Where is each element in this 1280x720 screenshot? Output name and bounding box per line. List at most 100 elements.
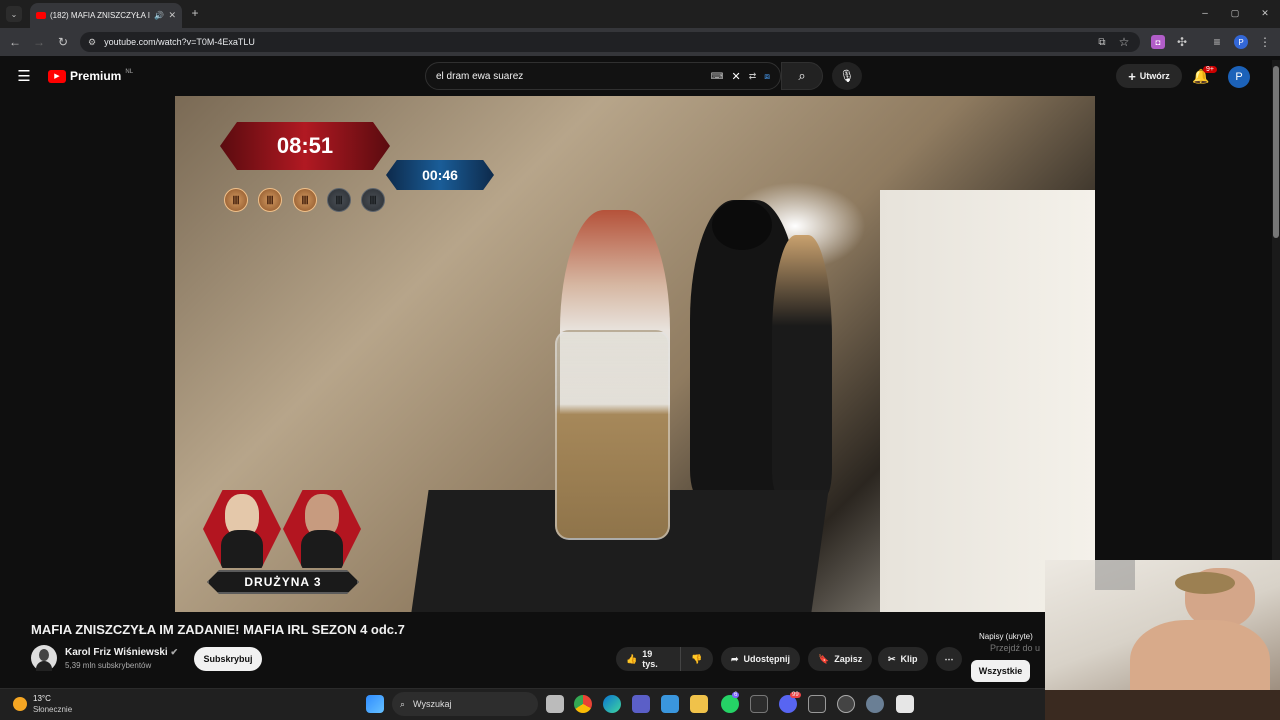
task-view-icon[interactable] xyxy=(546,695,564,713)
url-bar[interactable]: ⚙ youtube.com/watch?v=T0M-4ExaTLU xyxy=(80,32,1140,52)
profile-avatar[interactable]: P xyxy=(1234,35,1248,49)
store-icon[interactable] xyxy=(661,695,679,713)
forward-icon[interactable]: → xyxy=(32,35,46,49)
thumbs-up-icon: 👍 xyxy=(626,653,638,664)
main-timer: 08:51 xyxy=(220,122,390,170)
save-button[interactable]: 🔖 Zapisz xyxy=(808,647,873,671)
captions-hint: Przejdź do u xyxy=(990,643,1041,653)
chrome-icon[interactable] xyxy=(574,695,592,713)
coin-icon-2: Ⅲ xyxy=(258,188,282,212)
webcam-desk xyxy=(1045,690,1280,720)
settings-gear-icon[interactable] xyxy=(866,695,884,713)
extensions-puzzle-icon[interactable]: ✣ xyxy=(1175,35,1189,49)
install-app-icon[interactable]: ⧉ xyxy=(1095,35,1109,49)
video-title: MAFIA ZNISZCZYŁA IM ZADANIE! MAFIA IRL S… xyxy=(31,622,405,637)
keyboard-icon[interactable]: ⌨ xyxy=(711,71,724,82)
logo-text: Premium xyxy=(70,69,122,83)
scissors-icon: ✂ xyxy=(888,653,896,664)
clip-label: Klip xyxy=(900,654,918,664)
file-explorer-icon[interactable] xyxy=(690,695,708,713)
webcam-wall-photos xyxy=(1095,560,1135,590)
taskbar-search[interactable]: ⌕ Wyszukaj xyxy=(392,692,538,716)
audio-icon[interactable]: 🔊 xyxy=(154,11,164,20)
like-count: 19 tys. xyxy=(642,649,658,669)
youtube-logo[interactable]: ▶ Premium NL xyxy=(48,69,133,83)
share-button[interactable]: ➦ Udostępnij xyxy=(721,647,801,671)
menu-dots-icon[interactable]: ⋮ xyxy=(1258,35,1272,49)
share-label: Udostępnij xyxy=(743,654,791,664)
secondary-timer: 00:46 xyxy=(386,160,494,190)
discord-badge: 99 xyxy=(790,692,801,698)
lens-icon[interactable]: ⧈ xyxy=(764,71,770,82)
account-avatar[interactable]: P xyxy=(1228,66,1250,88)
create-label: Utwórz xyxy=(1139,71,1170,81)
tab-list-icon[interactable]: ⌄ xyxy=(6,6,22,22)
browser-tab[interactable]: (182) MAFIA ZNISZCZYŁA I 🔊 ✕ xyxy=(30,3,182,28)
channel-name[interactable]: Karol Friz Wiśniewski ✔ xyxy=(65,647,178,658)
url-text: youtube.com/watch?v=T0M-4ExaTLU xyxy=(104,37,255,47)
more-actions-button[interactable]: ⋯ xyxy=(936,647,962,671)
search-icon: ⌕ xyxy=(798,68,806,83)
weather-condition[interactable]: Słonecznie xyxy=(33,705,72,714)
app-icon-2[interactable] xyxy=(837,695,855,713)
weather-temperature[interactable]: 13°C xyxy=(33,694,51,703)
reload-icon[interactable]: ↻ xyxy=(56,35,70,49)
video-scene-door xyxy=(880,190,1095,612)
voice-search-button[interactable]: 🎙 xyxy=(832,62,862,90)
channel-avatar[interactable] xyxy=(31,645,57,671)
video-scene-jar xyxy=(555,330,670,540)
bookmark-icon: 🔖 xyxy=(818,653,830,664)
thumbs-down-icon: 👎 xyxy=(691,653,703,664)
windows-start-icon[interactable] xyxy=(366,695,384,713)
maximize-icon[interactable]: ▢ xyxy=(1228,6,1242,20)
teams-icon[interactable] xyxy=(632,695,650,713)
more-dots-icon: ⋯ xyxy=(944,653,954,664)
region-code: NL xyxy=(125,69,134,75)
coin-icon-4: Ⅲ xyxy=(327,188,351,212)
youtube-play-icon: ▶ xyxy=(48,69,66,83)
share-icon: ➦ xyxy=(731,653,739,664)
create-button[interactable]: + Utwórz xyxy=(1116,64,1182,88)
youtube-favicon-icon xyxy=(36,12,46,19)
edge-icon[interactable] xyxy=(603,695,621,713)
coin-icon-3: Ⅲ xyxy=(293,188,317,212)
dislike-button[interactable]: 👎 xyxy=(680,647,713,671)
minimize-icon[interactable]: – xyxy=(1198,6,1212,20)
taskbar-search-label: Wyszukaj xyxy=(413,699,452,709)
media-control-icon[interactable]: ≡ xyxy=(1210,35,1224,49)
video-scene-hair xyxy=(712,200,772,250)
filter-all-chip[interactable]: Wszystkie xyxy=(971,660,1030,682)
video-scene-person-back xyxy=(772,235,832,495)
taskbar-search-icon: ⌕ xyxy=(400,698,406,709)
subscribe-button[interactable]: Subskrybuj xyxy=(194,647,262,671)
clip-button[interactable]: ✂ Klip xyxy=(878,647,928,671)
plus-icon: + xyxy=(1128,68,1136,84)
webcam-overlay xyxy=(1045,560,1280,720)
clear-search-icon[interactable]: ✕ xyxy=(732,70,741,83)
new-tab-icon[interactable]: + xyxy=(188,6,202,20)
subscriber-count: 5,39 mln subskrybentów xyxy=(65,661,152,670)
search-input[interactable]: el dram ewa suarez ⌨ ✕ ⇄ ⧈ xyxy=(425,62,781,90)
extension-icon[interactable]: ◘ xyxy=(1151,35,1165,49)
search-button[interactable]: ⌕ xyxy=(781,62,823,90)
close-window-icon[interactable]: ✕ xyxy=(1258,6,1272,20)
coin-icon-5: Ⅲ xyxy=(361,188,385,212)
like-button[interactable]: 👍 19 tys. xyxy=(616,647,680,671)
channel-name-text: Karol Friz Wiśniewski xyxy=(65,647,168,658)
coin-icon-1: Ⅲ xyxy=(224,188,248,212)
scrollbar-thumb[interactable] xyxy=(1273,66,1279,238)
back-icon[interactable]: ← xyxy=(8,35,22,49)
save-label: Zapisz xyxy=(834,654,863,664)
app-icon-1[interactable] xyxy=(808,695,826,713)
translate-icon[interactable]: ⇄ xyxy=(749,71,757,82)
verified-icon: ✔ xyxy=(170,647,179,657)
tab-close-icon[interactable]: ✕ xyxy=(168,10,176,21)
notes-icon[interactable] xyxy=(750,695,768,713)
bookmark-star-icon[interactable]: ☆ xyxy=(1117,35,1131,49)
tab-title: (182) MAFIA ZNISZCZYŁA I xyxy=(50,11,151,20)
hamburger-menu-icon[interactable]: ☰ xyxy=(16,68,32,85)
microphone-icon: 🎙 xyxy=(839,69,855,83)
app-icon-3[interactable] xyxy=(896,695,914,713)
webcam-hair xyxy=(1175,572,1235,594)
site-info-icon[interactable]: ⚙ xyxy=(88,37,96,48)
